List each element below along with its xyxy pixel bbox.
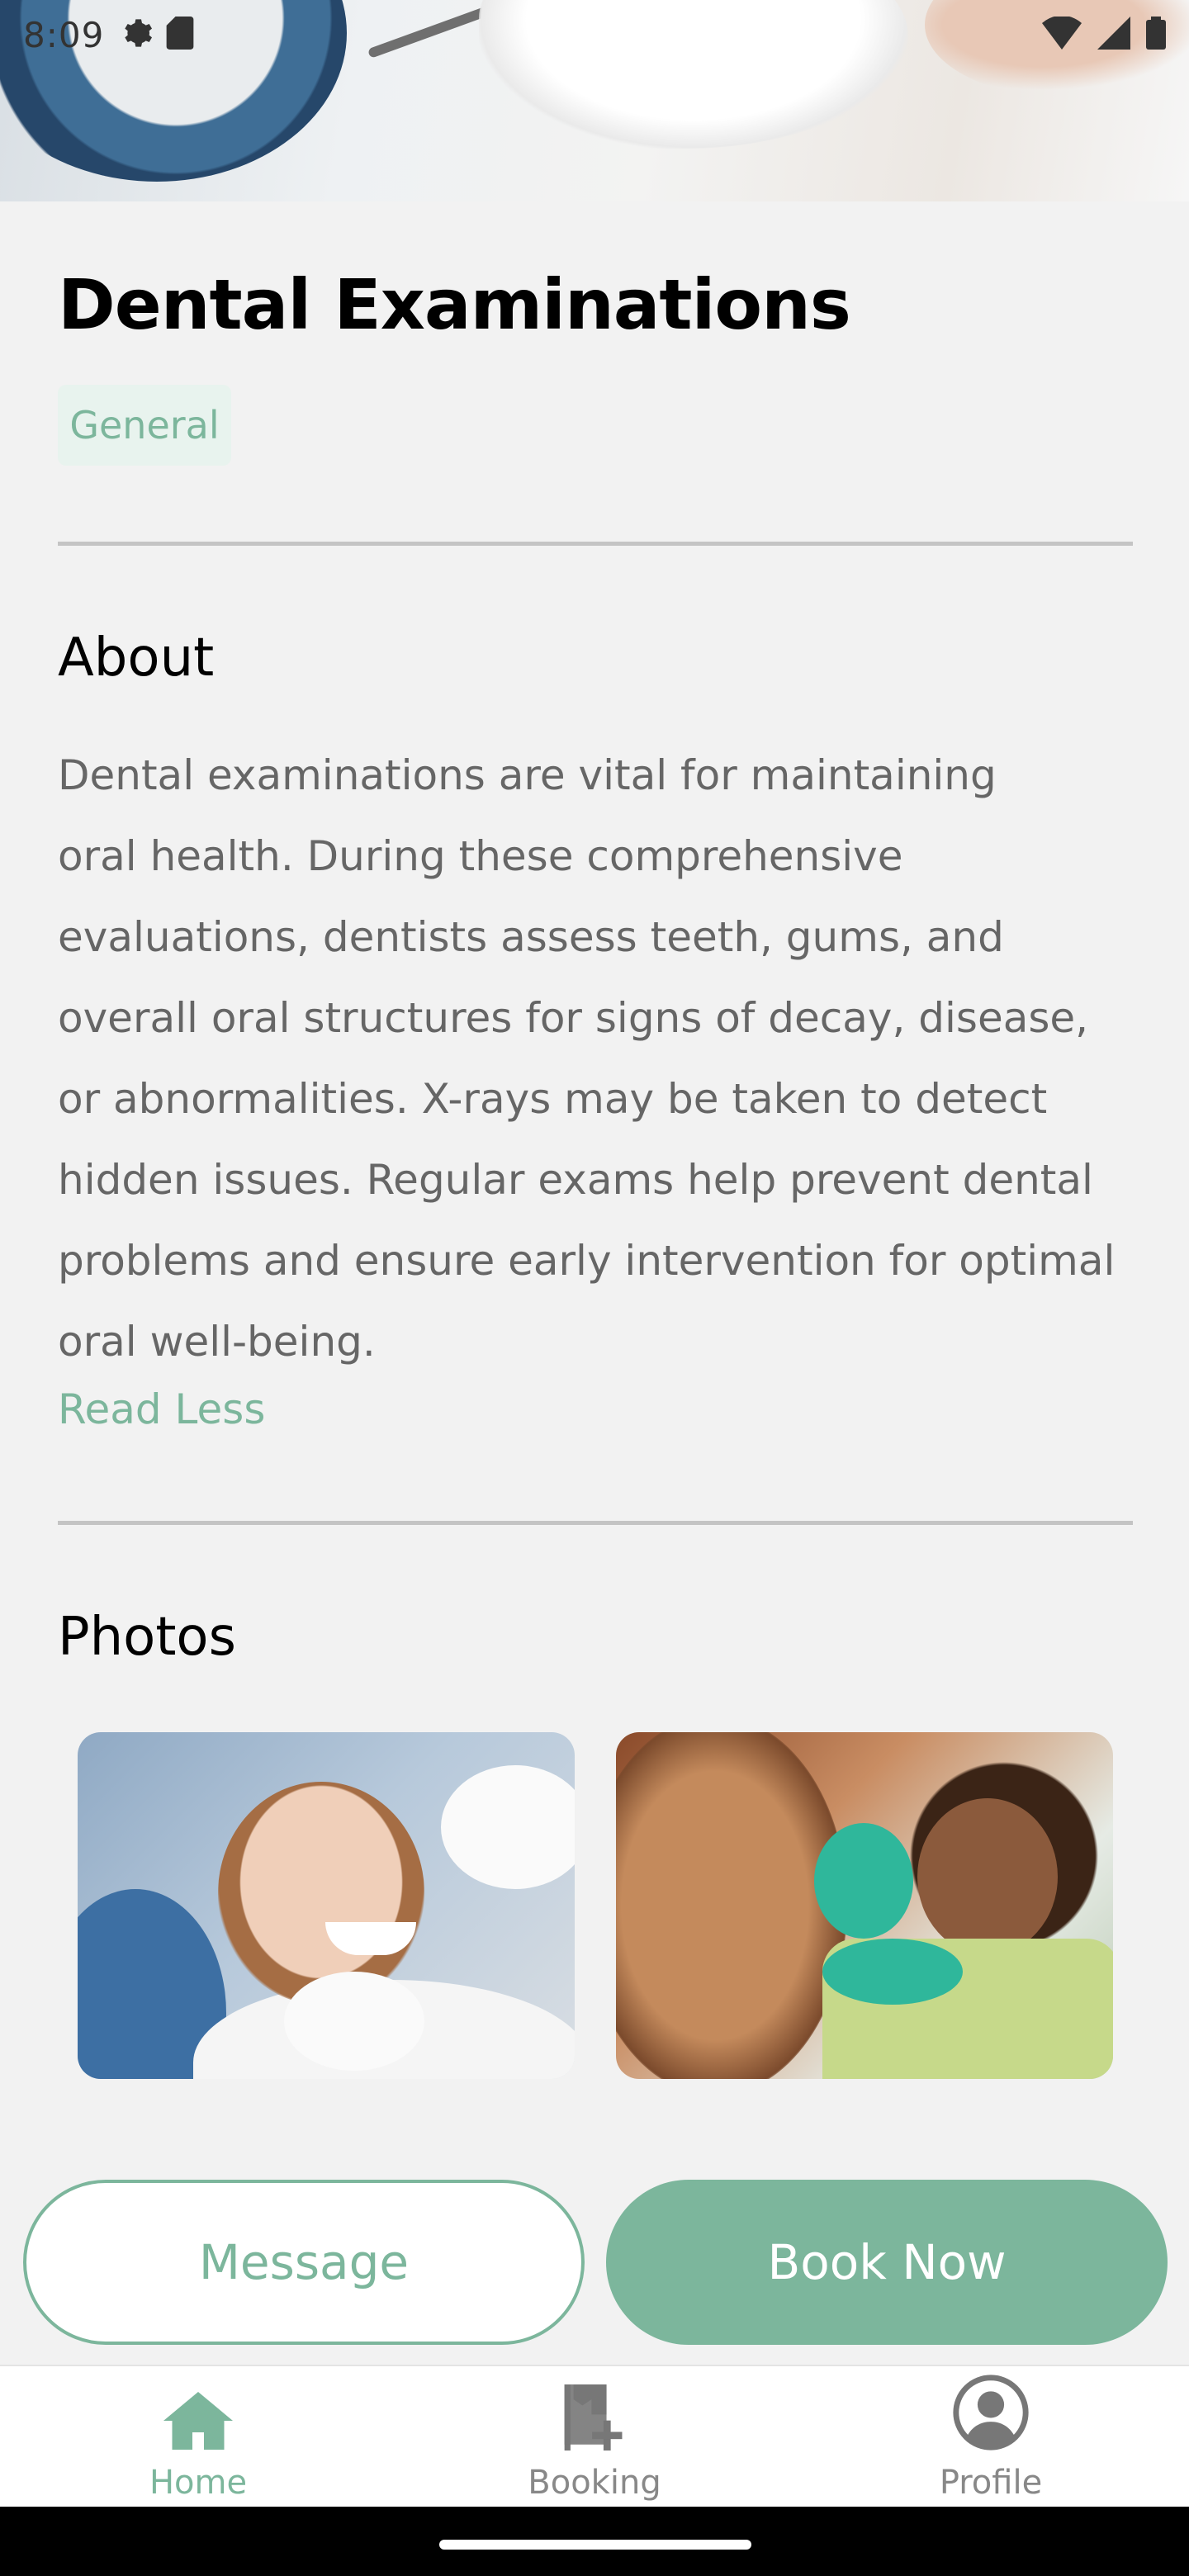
photo-glove (441, 1765, 575, 1889)
photo-glove (814, 1823, 913, 1939)
about-line: evaluations, dentists assess teeth, gums… (58, 913, 1004, 961)
divider (58, 1521, 1133, 1525)
photo-face (218, 1782, 424, 2005)
photo-thumbnail[interactable] (616, 1732, 1113, 2079)
gear-icon (121, 17, 154, 53)
nav-item-home[interactable]: Home (0, 2366, 396, 2507)
about-line: hidden issues. Regular exams help preven… (58, 1156, 1093, 1204)
bottom-nav: Home Booking Profile (0, 2365, 1189, 2507)
booking-icon (563, 2384, 626, 2464)
status-time: 8:09 (23, 14, 105, 55)
nav-label: Profile (939, 2464, 1043, 2502)
about-line: oral health. During these comprehensive (58, 832, 903, 880)
about-line: or abnormalities. X-rays may be taken to… (58, 1075, 1048, 1123)
service-title: Dental Examinations (58, 264, 851, 345)
home-icon (163, 2391, 233, 2464)
nav-item-booking[interactable]: Booking (396, 2366, 793, 2507)
nav-label: Home (149, 2464, 248, 2502)
battery-icon (1146, 17, 1166, 53)
photos-heading: Photos (58, 1607, 236, 1668)
gesture-handle[interactable] (439, 2540, 751, 2550)
nav-item-profile[interactable]: Profile (793, 2366, 1189, 2507)
photo-glove (822, 1939, 963, 2005)
wifi-icon (1042, 15, 1082, 53)
category-tag: General (58, 385, 231, 466)
message-button[interactable]: Message (23, 2180, 585, 2345)
photo-dentist (616, 1732, 847, 2079)
divider (58, 542, 1133, 546)
sd-card-icon (165, 17, 195, 53)
profile-icon (953, 2375, 1029, 2464)
photo-thumbnail[interactable] (78, 1732, 575, 2079)
about-line: problems and ensure early intervention f… (58, 1237, 1116, 1285)
nav-label: Booking (528, 2464, 661, 2502)
photo-face (917, 1798, 1058, 1955)
about-line: oral well-being. (58, 1318, 376, 1366)
photo-glove (284, 1972, 424, 2071)
about-description: Dental examinations are vital for mainta… (58, 735, 1148, 1382)
status-bar: 8:09 (0, 0, 1189, 69)
about-line: overall oral structures for signs of dec… (58, 994, 1089, 1042)
book-now-button[interactable]: Book Now (606, 2180, 1168, 2345)
about-heading: About (58, 627, 215, 689)
about-line: Dental examinations are vital for mainta… (58, 751, 997, 799)
signal-icon (1097, 17, 1131, 53)
read-less-link[interactable]: Read Less (58, 1385, 265, 1433)
